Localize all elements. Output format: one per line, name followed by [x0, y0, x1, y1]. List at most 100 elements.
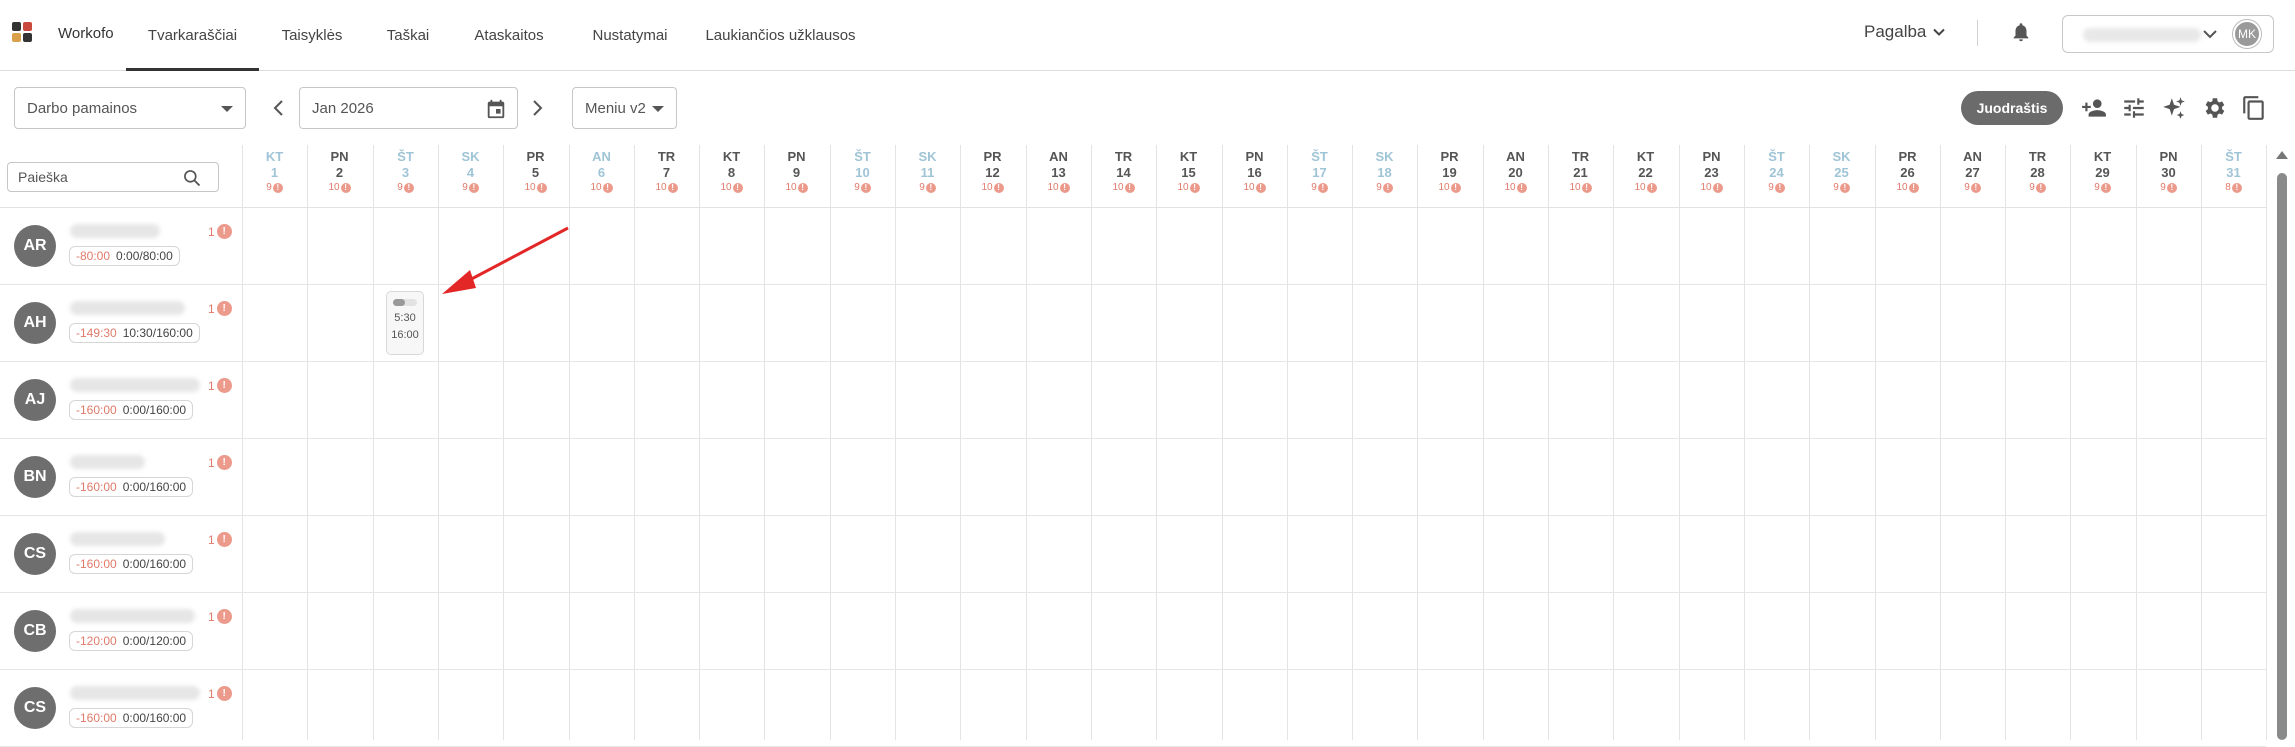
day-header[interactable]: KT 1 9! [242, 145, 307, 207]
day-header[interactable]: ŠT 10 9! [830, 145, 895, 207]
employee-avatar[interactable]: AJ [14, 379, 56, 421]
previous-month-icon[interactable] [269, 96, 289, 120]
day-header[interactable]: TR 14 10! [1091, 145, 1156, 207]
warning-count: 1 [208, 532, 215, 547]
date-picker[interactable]: Jan 2026 [299, 87, 518, 129]
day-header[interactable]: AN 6 10! [569, 145, 634, 207]
menu-version-select[interactable]: Meniu v2 [572, 87, 677, 129]
employee-warning-badge[interactable]: 1! [208, 224, 232, 239]
day-header[interactable]: PN 2 10! [307, 145, 372, 207]
employee-avatar[interactable]: CB [14, 610, 56, 652]
tab-ataskaitos[interactable]: Ataskaitos [451, 0, 567, 70]
day-header[interactable]: ŠT 24 9! [1744, 145, 1809, 207]
day-header[interactable]: PR 19 10! [1417, 145, 1482, 207]
day-name: TR [1571, 149, 1590, 164]
employee-avatar[interactable]: BN [14, 456, 56, 498]
day-header[interactable]: AN 20 10! [1483, 145, 1548, 207]
day-header[interactable]: AN 13 10! [1026, 145, 1091, 207]
day-header[interactable]: KT 8 10! [699, 145, 764, 207]
employee-warning-badge[interactable]: 1! [208, 378, 232, 393]
day-header[interactable]: TR 28 9! [2005, 145, 2070, 207]
employee-warning-badge[interactable]: 1! [208, 609, 232, 624]
employee-warning-badge[interactable]: 1! [208, 455, 232, 470]
scroll-up-arrow-icon[interactable] [2276, 151, 2288, 159]
sliders-icon[interactable] [2121, 95, 2147, 121]
juodrastis-button[interactable]: Juodraštis [1961, 91, 2063, 125]
sparkle-icon[interactable] [2161, 95, 2187, 121]
tab-taisykles[interactable]: Taisyklės [259, 0, 365, 70]
day-header[interactable]: PN 23 10! [1679, 145, 1744, 207]
scroll-thumb[interactable] [2277, 173, 2287, 740]
employee-avatar[interactable]: CS [14, 533, 56, 575]
day-name: PR [526, 149, 545, 164]
view-select[interactable]: Darbo pamainos [14, 87, 246, 129]
day-count-value: 10 [1047, 182, 1059, 193]
day-header[interactable]: KT 29 9! [2070, 145, 2135, 207]
employee-warning-badge[interactable]: 1! [208, 532, 232, 547]
tab-taskai[interactable]: Taškai [365, 0, 451, 70]
shift-card[interactable]: 5:30 16:00 [386, 291, 424, 355]
warning-icon: ! [602, 183, 613, 193]
day-header[interactable]: SK 25 9! [1809, 145, 1874, 207]
day-header[interactable]: KT 22 10! [1613, 145, 1678, 207]
day-name: SK [1375, 149, 1394, 164]
day-header[interactable]: AN 27 9! [1940, 145, 2005, 207]
day-header[interactable]: ŠT 17 9! [1287, 145, 1352, 207]
day-number: 30 [2161, 165, 2176, 180]
employee-hours: -160:00 0:00/160:00 [69, 554, 194, 574]
employee-warning-badge[interactable]: 1! [208, 301, 232, 316]
gear-icon[interactable] [2201, 95, 2227, 121]
day-header[interactable]: PR 5 10! [503, 145, 568, 207]
employee-name-redacted [70, 609, 195, 623]
employee-avatar[interactable]: CS [14, 687, 56, 729]
day-staff-count: 10! [503, 181, 568, 195]
add-person-icon[interactable] [2081, 95, 2107, 121]
next-month-icon[interactable] [527, 96, 547, 120]
day-count-value: 10 [1896, 182, 1908, 193]
column-divider [1417, 145, 1418, 740]
day-header[interactable]: ŠT 31 8! [2201, 145, 2266, 207]
employee-avatar[interactable]: AR [14, 225, 56, 267]
day-name: KT [1636, 149, 1655, 164]
day-name: PN [787, 149, 806, 164]
employee-warning-badge[interactable]: 1! [208, 686, 232, 701]
tab-laukiancios-uzklausos[interactable]: Laukiančios užklausos [693, 0, 868, 70]
search-icon[interactable] [182, 168, 202, 188]
day-header[interactable]: ŠT 3 9! [373, 145, 438, 207]
day-count-value: 10 [1700, 182, 1712, 193]
day-header[interactable]: SK 18 9! [1352, 145, 1417, 207]
tab-tvarkarasciai[interactable]: Tvarkaraščiai [126, 0, 259, 71]
brand[interactable]: Workofo [12, 22, 114, 44]
warning-icon: ! [732, 183, 743, 193]
day-header[interactable]: PR 26 10! [1875, 145, 1940, 207]
bell-icon[interactable] [2010, 20, 2032, 44]
day-header[interactable]: KT 15 10! [1156, 145, 1221, 207]
calendar-icon[interactable] [485, 98, 507, 120]
day-name: ŠT [2225, 149, 2242, 164]
user-menu[interactable]: MK [2062, 15, 2274, 53]
warning-icon: ! [216, 686, 232, 701]
vertical-scrollbar[interactable] [2268, 145, 2295, 740]
shift-type-indicator [393, 299, 417, 306]
copy-icon[interactable] [2241, 95, 2267, 121]
column-divider [1679, 145, 1680, 740]
day-number: 29 [2095, 165, 2110, 180]
day-number: 7 [662, 165, 671, 180]
day-header[interactable]: PN 9 10! [764, 145, 829, 207]
day-header[interactable]: TR 21 10! [1548, 145, 1613, 207]
day-header[interactable]: PN 16 10! [1222, 145, 1287, 207]
search-input[interactable]: Paieška [7, 162, 219, 192]
day-header[interactable]: SK 11 9! [895, 145, 960, 207]
employee-avatar[interactable]: AH [14, 302, 56, 344]
day-header[interactable]: PR 12 10! [960, 145, 1025, 207]
hours-deficit: -160:00 [76, 711, 117, 725]
day-header[interactable]: SK 4 9! [438, 145, 503, 207]
day-header[interactable]: TR 7 10! [634, 145, 699, 207]
help-menu[interactable]: Pagalba [1864, 22, 1946, 42]
column-divider [1091, 145, 1092, 740]
day-header[interactable]: PN 30 9! [2136, 145, 2201, 207]
day-staff-count: 9! [2070, 181, 2135, 195]
tab-nustatymai[interactable]: Nustatymai [567, 0, 693, 70]
day-staff-count: 10! [569, 181, 634, 195]
warning-icon: ! [2166, 183, 2177, 193]
